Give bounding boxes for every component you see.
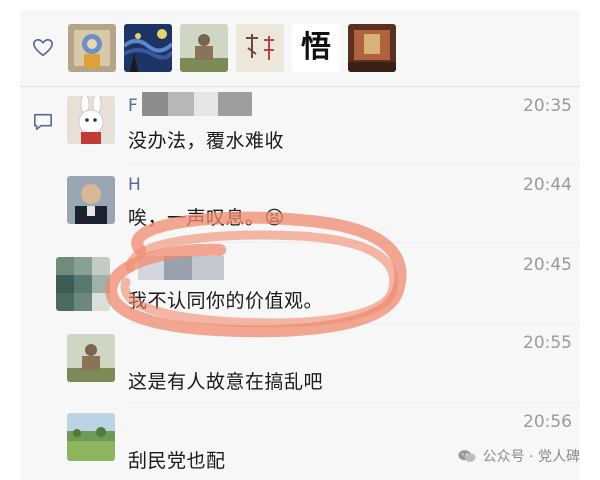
- heart-outline-icon[interactable]: [32, 37, 54, 59]
- likes-divider: [20, 86, 580, 87]
- redacted-name-block: [142, 92, 252, 116]
- wechat-icon: [458, 450, 476, 462]
- commenter-avatar[interactable]: [67, 176, 115, 224]
- comment-time: 20:45: [523, 255, 572, 275]
- like-avatar-5[interactable]: 悟: [292, 24, 340, 72]
- comment-text[interactable]: 刮民党也配: [128, 446, 226, 473]
- like-avatar-4[interactable]: [236, 24, 284, 72]
- comment-text[interactable]: 唉，一声叹息。😫: [128, 203, 285, 230]
- commenter-avatar[interactable]: [67, 413, 115, 461]
- commenter-avatar[interactable]: [67, 96, 115, 144]
- comment-text[interactable]: 没办法，覆水难收: [128, 126, 284, 153]
- comment-divider: [128, 402, 580, 403]
- watermark: 公众号 · 党人碑: [457, 446, 580, 466]
- comment-bubble-icon: [34, 113, 53, 131]
- likes-row: 悟: [20, 10, 580, 86]
- commenter-name[interactable]: F: [128, 96, 138, 116]
- comment-divider: [128, 242, 580, 243]
- watermark-text: 公众号 · 党人碑: [482, 449, 580, 465]
- comment-text[interactable]: 这是有人故意在搞乱吧: [128, 367, 323, 394]
- comment-time: 20:35: [523, 96, 572, 116]
- calligraphy-char: 悟: [301, 30, 331, 65]
- comment-time: 20:56: [523, 412, 572, 432]
- like-avatar-2[interactable]: [124, 24, 172, 72]
- like-avatar-6[interactable]: [348, 24, 396, 72]
- commenter-name[interactable]: H: [128, 175, 141, 195]
- commenter-avatar[interactable]: [67, 334, 115, 382]
- comment-divider: [128, 323, 580, 324]
- redacted-name-block: [138, 256, 224, 280]
- comment-divider: [128, 163, 580, 164]
- comment-time: 20:55: [523, 333, 572, 353]
- comment-time: 20:44: [523, 175, 572, 195]
- commenter-avatar[interactable]: [56, 257, 110, 311]
- like-avatar-3[interactable]: [180, 24, 228, 72]
- comment-text[interactable]: 我不认同你的价值观。: [128, 286, 323, 313]
- like-avatar-1[interactable]: [68, 24, 116, 72]
